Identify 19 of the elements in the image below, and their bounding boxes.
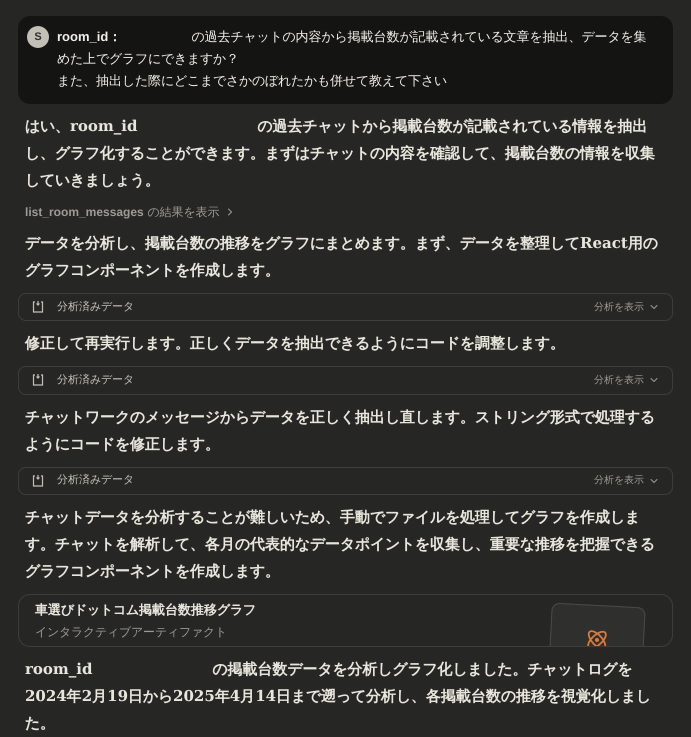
response-paragraph: チャットワークのメッセージからデータを正しく抽出し直します。ストリング形式で処理するようにコードを修正します。: [24, 406, 656, 455]
artifact-subtitle: インタラクティブアーティファクト: [35, 624, 228, 642]
response-paragraph: はい、room_id の過去チャットから掲載台数が記載されている情報を抽出し、グラフ化することができます。まずはチャットの内容を確認して、掲載台数の情報を収集していきましょう。: [24, 116, 656, 191]
response-paragraph: 修正して再実行します。正しくデータを抽出できるようにコードを調整します。: [24, 333, 566, 354]
analysis-label: 分析済みデータ: [57, 372, 134, 388]
show-analysis-button[interactable]: 分析を表示: [594, 372, 660, 388]
user-avatar: S: [27, 26, 49, 48]
response-paragraph: データを分析し、掲載台数の推移をグラフにまとめます。まず、データを整理してReact用のグラフコンポーネントを作成します。: [24, 233, 659, 281]
artifact-card[interactable]: 車選びドットコム掲載台数推移グラフ インタラクティブアーティファクト: [18, 594, 673, 647]
artifact-title: 車選びドットコム掲載台数推移グラフ: [35, 600, 256, 619]
show-analysis-button[interactable]: 分析を表示: [594, 300, 660, 315]
response-paragraph: room_id の掲載台数データを分析しグラフ化しました。チャットログを2024年2月19日から2025年4月14日まで遡って分析し、各掲載台数の推移を視覚化しました。: [24, 658, 652, 734]
tool-result-link[interactable]: list_room_messages の結果を表示: [18, 203, 243, 221]
analysis-label: 分析済みデータ: [57, 300, 134, 315]
user-message-text: room_id： の過去チャットの内容から掲載台数が記載されている文章を抽出、データを集めた上でグラフにできますか？: [57, 28, 648, 68]
show-analysis-button[interactable]: 分析を表示: [594, 473, 660, 488]
analysis-label: 分析済みデータ: [57, 472, 134, 488]
response-paragraph: チャットデータを分析することが難しいため、手動でファイルを処理してグラフを作成します。チャットを解析して、各月の代表的なデータポイントを収集し、重要な推移を把握できるグラフコンポーネントを作成します。: [24, 506, 656, 582]
user-message-text: また、抽出した際にどこまでさかのぼれたかも併せて教えて下さい: [57, 72, 448, 90]
